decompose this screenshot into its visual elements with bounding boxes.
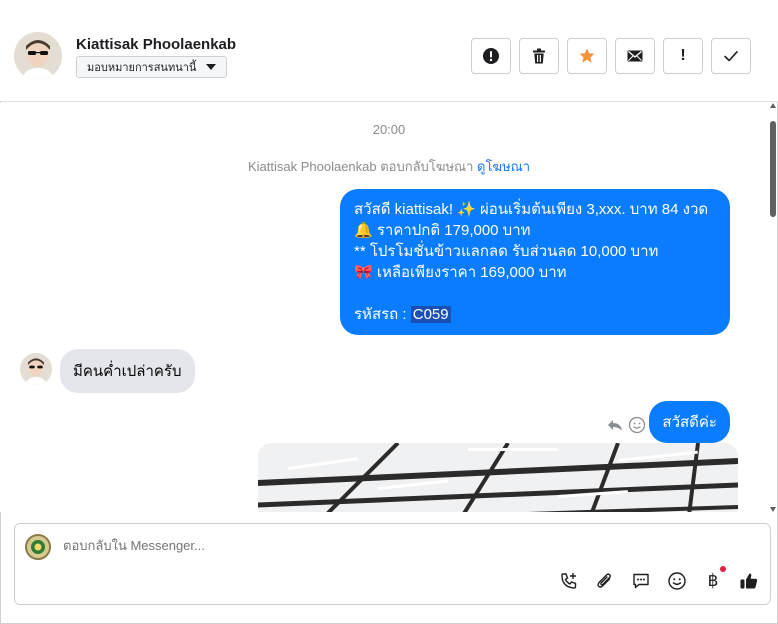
conversation-header: Kiattisak Phoolaenkab มอบหมายการสนทนานี้	[0, 0, 778, 102]
ad-reply-note: Kiattisak Phoolaenkab ตอบกลับโฆษณา ดูโฆษ…	[0, 156, 770, 177]
delete-button[interactable]	[519, 38, 559, 74]
contact-avatar[interactable]	[14, 32, 62, 80]
ad-reply-text: Kiattisak Phoolaenkab ตอบกลับโฆษณา	[247, 159, 474, 174]
caret-down-icon	[206, 64, 217, 70]
saved-reply-button[interactable]	[630, 570, 652, 592]
star-button[interactable]	[567, 38, 607, 74]
sent-photo[interactable]	[258, 443, 738, 512]
mark-unread-button[interactable]	[615, 38, 655, 74]
message-line: รหัสรถ : C059	[354, 304, 716, 325]
call-add-button[interactable]	[558, 570, 580, 592]
thumbs-up-icon	[740, 573, 758, 589]
contact-avatar-small	[20, 353, 52, 385]
paperclip-icon	[597, 573, 611, 588]
done-button[interactable]	[711, 38, 751, 74]
car-code-label: รหัสรถ :	[354, 306, 411, 323]
attach-button[interactable]	[594, 570, 616, 592]
thread-scrollbar[interactable]	[770, 103, 776, 512]
scroll-thumb[interactable]	[770, 121, 776, 217]
trash-icon	[533, 48, 545, 64]
message-actions	[606, 416, 646, 434]
message-composer: ฿	[14, 523, 771, 605]
incoming-message-bubble[interactable]: มีคนค่ำเปล่าครับ	[60, 349, 195, 393]
showroom-photo-image	[258, 443, 738, 512]
exclamation-icon: !	[680, 47, 686, 64]
outgoing-message-bubble-2[interactable]: สวัสดีค่ะ	[649, 401, 730, 443]
page-avatar	[25, 534, 51, 560]
contact-name[interactable]: Kiattisak Phoolaenkab	[76, 36, 236, 53]
composer-toolbar: ฿	[558, 566, 760, 592]
report-button[interactable]	[471, 38, 511, 74]
payment-button[interactable]: ฿	[702, 566, 726, 592]
baht-payment-icon: ฿	[707, 571, 719, 590]
message-line: 🔔 ราคาปกติ 179,000 บาท	[354, 222, 531, 239]
assign-conversation-dropdown[interactable]: มอบหมายการสนทนานี้	[76, 56, 228, 78]
message-line: 🎀 เหลือเพียงราคา 169,000 บาท	[354, 264, 567, 281]
exclamation-circle-icon	[483, 48, 499, 64]
call-add-icon	[561, 573, 577, 589]
message-thread[interactable]: 20:00 Kiattisak Phoolaenkab ตอบกลับโฆษณา…	[0, 103, 770, 512]
reply-input[interactable]	[63, 538, 663, 553]
react-emoji-icon[interactable]	[628, 416, 646, 434]
outgoing-message-bubble[interactable]: สวัสดี kiattisak! ✨ ผ่อนเริ่มต้นเพียง 3,…	[340, 189, 730, 335]
star-icon	[579, 48, 595, 63]
checkmark-icon	[724, 51, 738, 62]
envelope-icon	[627, 50, 643, 62]
view-ad-link[interactable]: ดูโฆษณา	[477, 159, 530, 174]
saved-reply-icon	[633, 573, 649, 589]
message-line: สวัสดี kiattisak! ✨ ผ่อนเริ่มต้นเพียง 3,…	[354, 201, 709, 218]
message-line: ** โปรโมชั่นข้าวแลกลด รับส่วนลด 10,000 บ…	[354, 243, 659, 260]
notification-dot	[720, 566, 726, 572]
scroll-up-arrow-icon[interactable]	[770, 103, 776, 108]
car-code-value: C059	[410, 306, 451, 323]
scroll-down-arrow-icon[interactable]	[770, 507, 776, 512]
emoji-button[interactable]	[666, 570, 688, 592]
emoji-icon	[668, 572, 686, 590]
reply-icon[interactable]	[606, 416, 624, 434]
message-timestamp: 20:00	[372, 122, 406, 137]
assign-label: มอบหมายการสนทนานี้	[87, 62, 197, 74]
like-button[interactable]	[738, 570, 760, 592]
follow-up-button[interactable]: !	[663, 38, 703, 74]
header-actions: !	[471, 38, 751, 74]
